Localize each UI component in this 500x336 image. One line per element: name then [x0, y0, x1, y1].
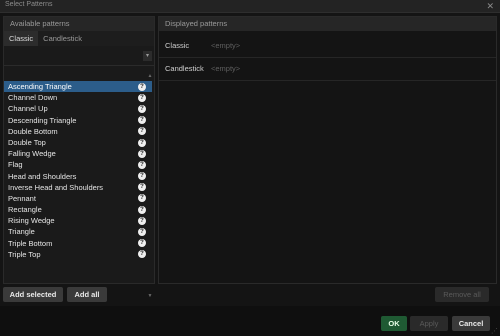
- displayed-row-label: Candlestick: [165, 64, 204, 73]
- displayed-patterns-panel: Displayed patterns Classic <empty> Candl…: [158, 16, 497, 284]
- help-icon[interactable]: ?: [138, 194, 146, 203]
- dialog-footer: OK Apply Cancel ⋰: [0, 306, 500, 336]
- list-item[interactable]: Ascending Triangle?: [4, 81, 152, 93]
- list-item[interactable]: Double Bottom?: [4, 126, 152, 137]
- list-item-label: Pennant: [8, 193, 36, 203]
- list-item-label: Rectangle: [8, 205, 42, 215]
- help-icon[interactable]: ?: [138, 250, 146, 259]
- tab-candlestick[interactable]: Candlestick: [38, 31, 87, 46]
- scroll-down-icon[interactable]: ▼: [147, 293, 153, 299]
- list-item-label: Falling Wedge: [8, 149, 56, 159]
- help-icon[interactable]: ?: [138, 239, 146, 248]
- ok-button[interactable]: OK: [381, 316, 407, 331]
- list-item[interactable]: Descending Triangle?: [4, 115, 152, 126]
- help-icon[interactable]: ?: [138, 149, 146, 158]
- list-item-label: Double Bottom: [8, 126, 58, 136]
- help-icon[interactable]: ?: [138, 127, 146, 136]
- list-item-label: Channel Up: [8, 104, 48, 114]
- list-item-label: Ascending Triangle: [8, 82, 72, 91]
- list-item[interactable]: Falling Wedge?: [4, 148, 152, 159]
- chevron-down-icon[interactable]: ▾: [143, 51, 152, 61]
- list-item-label: Channel Down: [8, 93, 58, 103]
- help-icon[interactable]: ?: [138, 228, 146, 237]
- remove-all-button[interactable]: Remove all: [435, 287, 489, 302]
- list-item-label: Triangle: [8, 227, 35, 237]
- resize-grip-icon[interactable]: ⋰: [491, 327, 498, 335]
- list-item[interactable]: Head and Shoulders?: [4, 171, 152, 182]
- displayed-row-candlestick[interactable]: Candlestick <empty>: [159, 58, 496, 81]
- help-icon[interactable]: ?: [138, 160, 146, 169]
- displayed-row-label: Classic: [165, 41, 190, 50]
- list-item-label: Descending Triangle: [8, 115, 77, 125]
- apply-button[interactable]: Apply: [410, 316, 448, 331]
- help-icon[interactable]: ?: [138, 104, 146, 113]
- list-item[interactable]: Inverse Head and Shoulders?: [4, 182, 152, 193]
- list-item-label: Flag: [8, 160, 23, 170]
- list-item[interactable]: Pennant?: [4, 193, 152, 204]
- add-selected-button[interactable]: Add selected: [3, 287, 63, 302]
- list-item[interactable]: Triple Top?: [4, 249, 152, 260]
- help-icon[interactable]: ?: [138, 172, 146, 181]
- close-icon[interactable]: ✕: [486, 0, 494, 12]
- help-icon[interactable]: ?: [138, 82, 146, 91]
- add-all-button[interactable]: Add all: [67, 287, 107, 302]
- pattern-tabs: Classic Candlestick: [4, 31, 154, 46]
- scroll-up-icon[interactable]: ▲: [147, 73, 153, 79]
- help-icon[interactable]: ?: [138, 216, 146, 225]
- pattern-filter[interactable]: ▾: [4, 47, 154, 66]
- list-item-label: Rising Wedge: [8, 216, 55, 226]
- help-icon[interactable]: ?: [138, 183, 146, 192]
- list-item[interactable]: Rising Wedge?: [4, 215, 152, 226]
- list-item-label: Head and Shoulders: [8, 171, 77, 181]
- list-item[interactable]: Double Top?: [4, 137, 152, 148]
- cancel-button[interactable]: Cancel: [452, 316, 490, 331]
- tab-classic[interactable]: Classic: [4, 31, 39, 46]
- list-item[interactable]: Channel Up?: [4, 103, 152, 114]
- displayed-row-classic[interactable]: Classic <empty>: [159, 35, 496, 58]
- list-item[interactable]: Channel Down?: [4, 92, 152, 103]
- list-item-label: Double Top: [8, 137, 46, 147]
- displayed-row-value: <empty>: [211, 64, 241, 73]
- help-icon[interactable]: ?: [138, 116, 146, 125]
- title-bar: Select Patterns ✕: [0, 0, 500, 13]
- help-icon[interactable]: ?: [138, 93, 146, 102]
- help-icon[interactable]: ?: [138, 205, 146, 214]
- displayed-patterns-header: Displayed patterns: [159, 17, 496, 31]
- list-item[interactable]: Flag?: [4, 159, 152, 170]
- list-item[interactable]: Rectangle?: [4, 204, 152, 215]
- list-item[interactable]: Triangle?: [4, 226, 152, 237]
- help-icon[interactable]: ?: [138, 138, 146, 147]
- available-patterns-header: Available patterns: [4, 17, 154, 31]
- list-item-label: Inverse Head and Shoulders: [8, 182, 104, 192]
- list-item[interactable]: Triple Bottom?: [4, 238, 152, 249]
- window-title: Select Patterns: [5, 1, 53, 8]
- available-patterns-panel: Available patterns Classic Candlestick ▾…: [3, 16, 155, 299]
- displayed-row-value: <empty>: [211, 41, 241, 50]
- list-scrollbar[interactable]: ▲ ▼: [147, 73, 153, 299]
- list-item-label: Triple Bottom: [8, 238, 53, 248]
- pattern-list: Ascending Triangle? Channel Down? Channel …: [4, 81, 152, 259]
- list-item-label: Triple Top: [8, 249, 41, 259]
